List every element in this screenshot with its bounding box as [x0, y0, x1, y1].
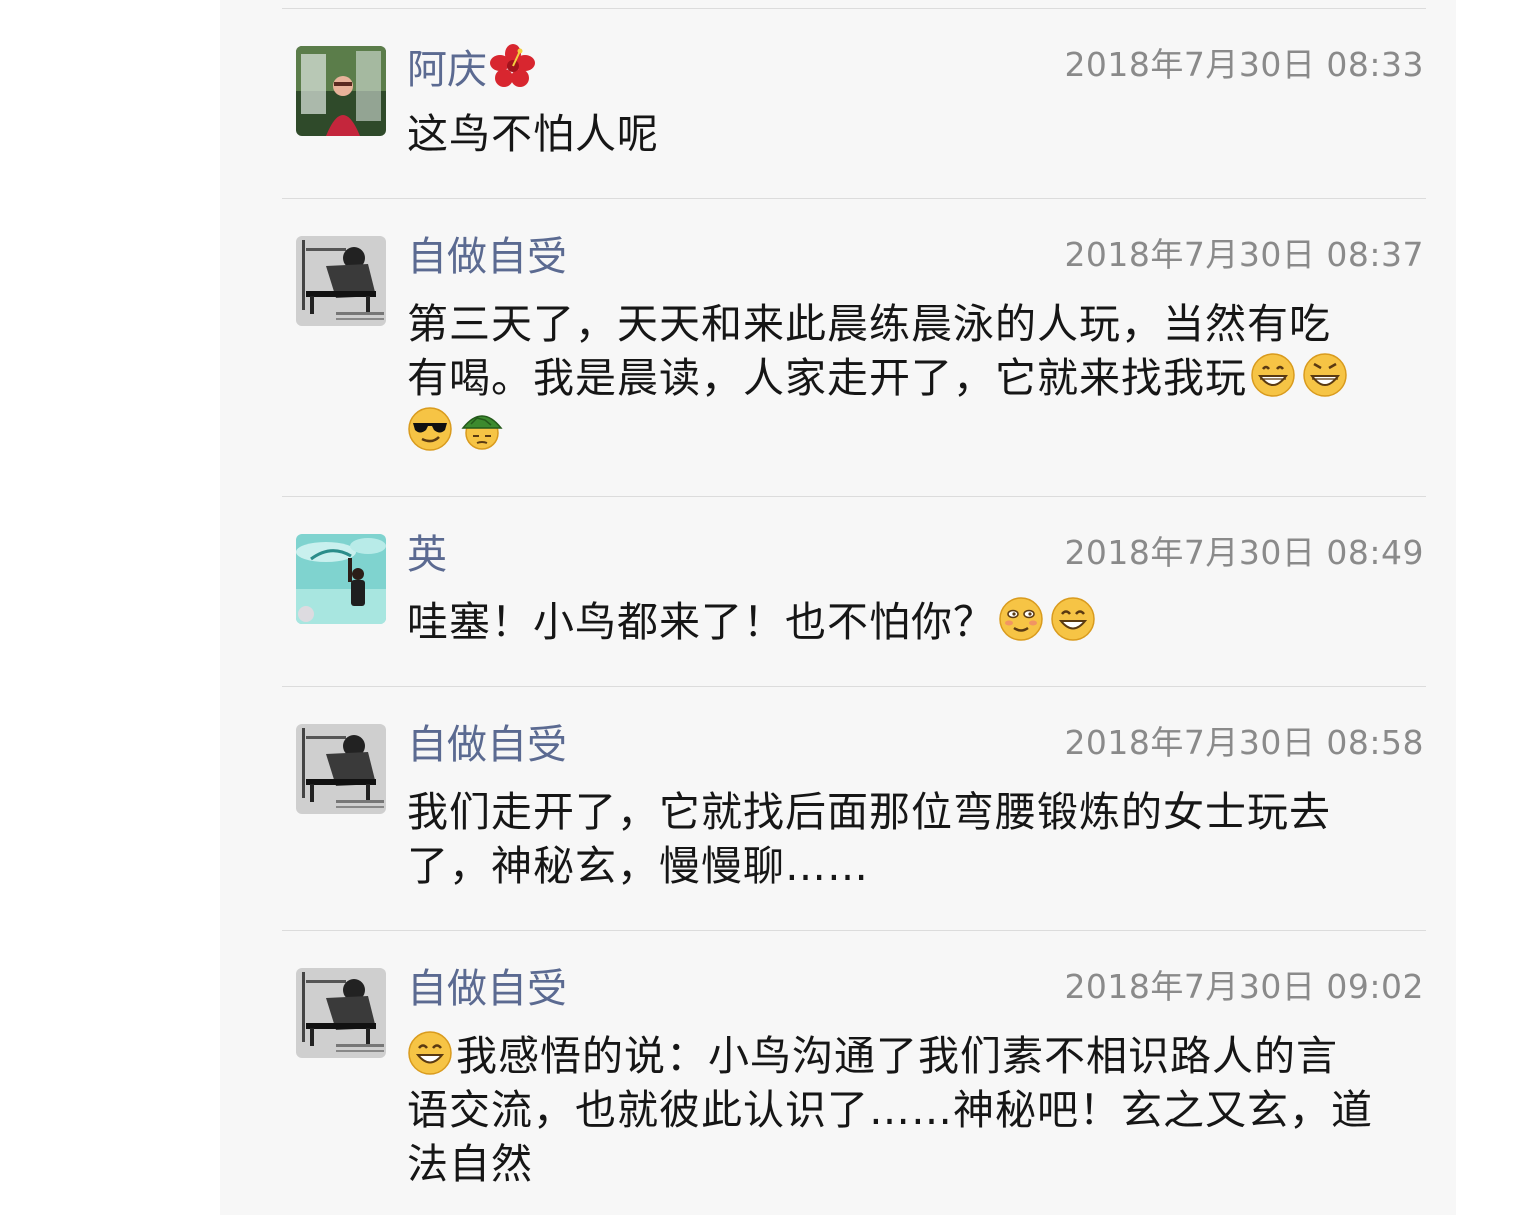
- comment-text-line: 第三天了，天天和来此晨练晨泳的人玩，当然有吃: [407, 300, 1331, 348]
- comment-text: 这鸟不怕人呢: [407, 110, 659, 158]
- comment-item: 自做自受 2018年7月30日 08:37 第三天了，天天和来此晨练晨泳的人玩，…: [282, 198, 1426, 496]
- comment-timestamp: 2018年7月30日 08:33: [1064, 45, 1424, 84]
- comment-text-line: 语交流，也就彼此认识了……神秘吧！玄之又玄，道: [407, 1086, 1373, 1134]
- avatar[interactable]: [296, 724, 386, 814]
- comment-text-line: 我们走开了，它就找后面那位弯腰锻炼的女士玩去: [407, 788, 1331, 836]
- comment-text-line: 了，神秘玄，慢慢聊……: [407, 842, 869, 890]
- comment-timestamp: 2018年7月30日 08:58: [1064, 723, 1424, 762]
- avatar[interactable]: [296, 534, 386, 624]
- comment-text-line: 法自然: [407, 1140, 533, 1188]
- comment-text: 哇塞！小鸟都来了！也不怕你？: [407, 595, 1407, 649]
- comment-timestamp: 2018年7月30日 08:37: [1064, 235, 1424, 274]
- comment-text-line: [407, 405, 1407, 459]
- blush-smile-icon: [998, 596, 1044, 642]
- comments-panel: 阿庆 2018年7月30日 08:33 这鸟不怕人呢 自做自受 2018年7月3…: [220, 0, 1456, 1215]
- hibiscus-icon: [490, 43, 536, 89]
- comment-text: 第三天了，天天和来此晨练晨泳的人玩，当然有吃 有喝。我是晨读，人家走开了，它就来…: [407, 297, 1407, 459]
- grin-icon: [1250, 352, 1296, 398]
- comment-author[interactable]: 自做自受: [407, 721, 567, 769]
- comment-author[interactable]: 自做自受: [407, 965, 567, 1013]
- comment-text-line: 我感悟的说：小鸟沟通了我们素不相识路人的言: [407, 1029, 1407, 1083]
- comment-text: 我们走开了，它就找后面那位弯腰锻炼的女士玩去 了，神秘玄，慢慢聊……: [407, 785, 1407, 893]
- avatar[interactable]: [296, 968, 386, 1058]
- smile-icon: [1050, 596, 1096, 642]
- comment-item: 自做自受 2018年7月30日 09:02 我感悟的说：小鸟沟通了我们素不相识路…: [282, 930, 1426, 1215]
- comment-text-line: 有喝。我是晨读，人家走开了，它就来找我玩: [407, 351, 1407, 405]
- comment-author[interactable]: 阿庆: [407, 43, 539, 94]
- comment-author[interactable]: 英: [407, 531, 447, 579]
- smile-icon: [407, 1030, 453, 1076]
- grin-icon: [1302, 352, 1348, 398]
- comment-timestamp: 2018年7月30日 09:02: [1064, 967, 1424, 1006]
- comment-author[interactable]: 自做自受: [407, 233, 567, 281]
- comment-timestamp: 2018年7月30日 08:49: [1064, 533, 1424, 572]
- cool-sunglasses-icon: [407, 406, 453, 452]
- avatar[interactable]: [296, 236, 386, 326]
- comment-item: 阿庆 2018年7月30日 08:33 这鸟不怕人呢: [282, 8, 1426, 198]
- turtle-icon: [459, 406, 505, 452]
- comment-item: 自做自受 2018年7月30日 08:58 我们走开了，它就找后面那位弯腰锻炼的…: [282, 686, 1426, 930]
- comment-item: 英 2018年7月30日 08:49 哇塞！小鸟都来了！也不怕你？: [282, 496, 1426, 686]
- comment-text: 我感悟的说：小鸟沟通了我们素不相识路人的言 语交流，也就彼此认识了……神秘吧！玄…: [407, 1029, 1407, 1191]
- avatar[interactable]: [296, 46, 386, 136]
